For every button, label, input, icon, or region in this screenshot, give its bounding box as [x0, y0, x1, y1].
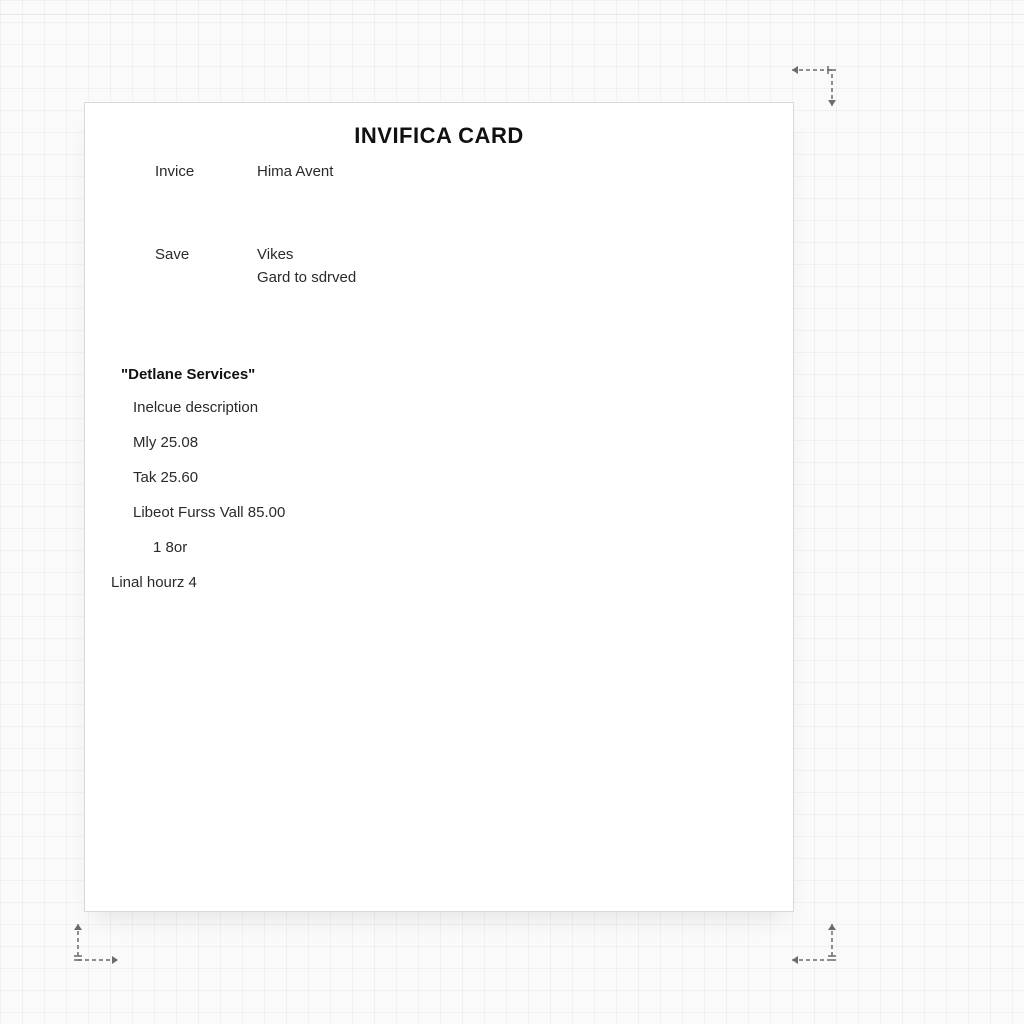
- service-line: Tak 25.60: [133, 469, 771, 486]
- dimension-arrow-icon: [784, 918, 842, 970]
- section-title-services: "Detlane Services": [121, 366, 771, 383]
- card-title: INVIFICA CARD: [107, 123, 771, 149]
- field-save-value: Vikes: [257, 246, 293, 263]
- service-line: 1 8or: [153, 539, 771, 556]
- dimension-arrow-icon: [68, 918, 126, 970]
- field-invoice-value: Hima Avent: [257, 163, 333, 180]
- field-invoice-label: Invice: [107, 163, 257, 180]
- field-invoice: Invice Hima Avent: [107, 163, 771, 180]
- invoice-card: INVIFICA CARD Invice Hima Avent Save Vik…: [84, 102, 794, 912]
- service-line: Inelcue description: [133, 399, 771, 416]
- dimension-arrow-icon: [784, 62, 842, 114]
- service-line: Linal hourz 4: [111, 574, 771, 591]
- service-line: Libeot Furss Vall 85.00: [133, 504, 771, 521]
- service-line: Mly 25.08: [133, 434, 771, 451]
- field-save-label: Save: [107, 246, 257, 263]
- field-save-sub: Gard to sdrved: [257, 269, 771, 286]
- field-save: Save Vikes: [107, 246, 771, 263]
- top-divider: [0, 14, 1024, 15]
